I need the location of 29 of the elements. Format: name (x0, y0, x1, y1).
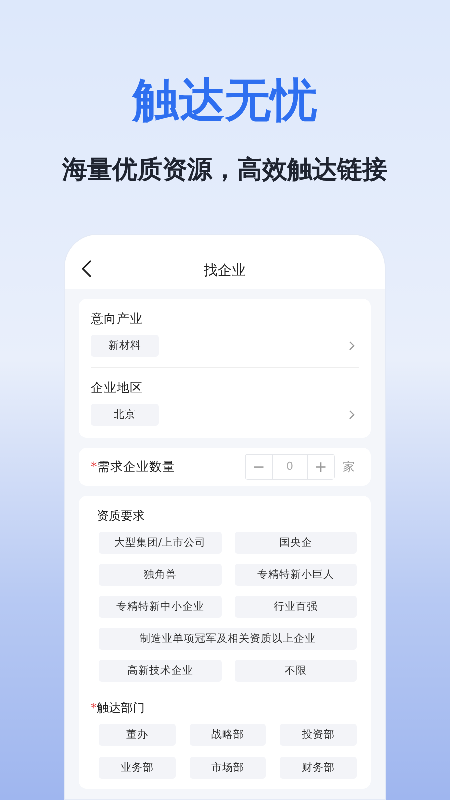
chevron-right-icon[interactable] (349, 341, 355, 351)
option-chip[interactable]: 国央企 (234, 532, 357, 554)
option-chip[interactable]: 财务部 (280, 757, 357, 779)
subtitle: 海量优质资源，高效触达链接 (62, 154, 388, 186)
option-chip[interactable]: 市场部 (190, 757, 266, 779)
selected-value[interactable]: 北京 (91, 404, 159, 426)
option-chip[interactable]: 高新技术企业 (99, 660, 222, 682)
unit-label: 家 (343, 458, 355, 476)
option-chip[interactable]: 战略部 (190, 724, 266, 746)
option-chip[interactable]: 独角兽 (99, 564, 222, 586)
field-label: *需求企业数量 (91, 458, 176, 476)
field-label: 企业地区 (91, 379, 144, 397)
field-label: 意向产业 (91, 310, 144, 328)
option-chip[interactable]: 专精特新中小企业 (99, 596, 222, 618)
option-chip[interactable]: 不限 (234, 660, 357, 682)
option-chip[interactable]: 专精特新小巨人 (234, 564, 357, 586)
option-chip[interactable]: 行业百强 (234, 596, 357, 618)
back-icon[interactable] (82, 260, 92, 278)
screen-title: 找企业 (204, 262, 246, 281)
section-title: 资质要求 (97, 508, 146, 525)
option-chip[interactable]: 大型集团/上市公司 (99, 532, 222, 554)
option-chip[interactable]: 投资部 (280, 724, 357, 746)
section-title: *触达部门 (91, 700, 146, 717)
selected-value[interactable]: 新材料 (91, 335, 159, 357)
option-chip[interactable]: 董办 (99, 724, 176, 746)
chevron-right-icon[interactable] (349, 410, 355, 420)
option-chip[interactable]: 制造业单项冠军及相关资质以上企业 (99, 628, 357, 650)
headline: 触达无忧 (133, 72, 317, 129)
option-chip[interactable]: 业务部 (99, 757, 176, 779)
